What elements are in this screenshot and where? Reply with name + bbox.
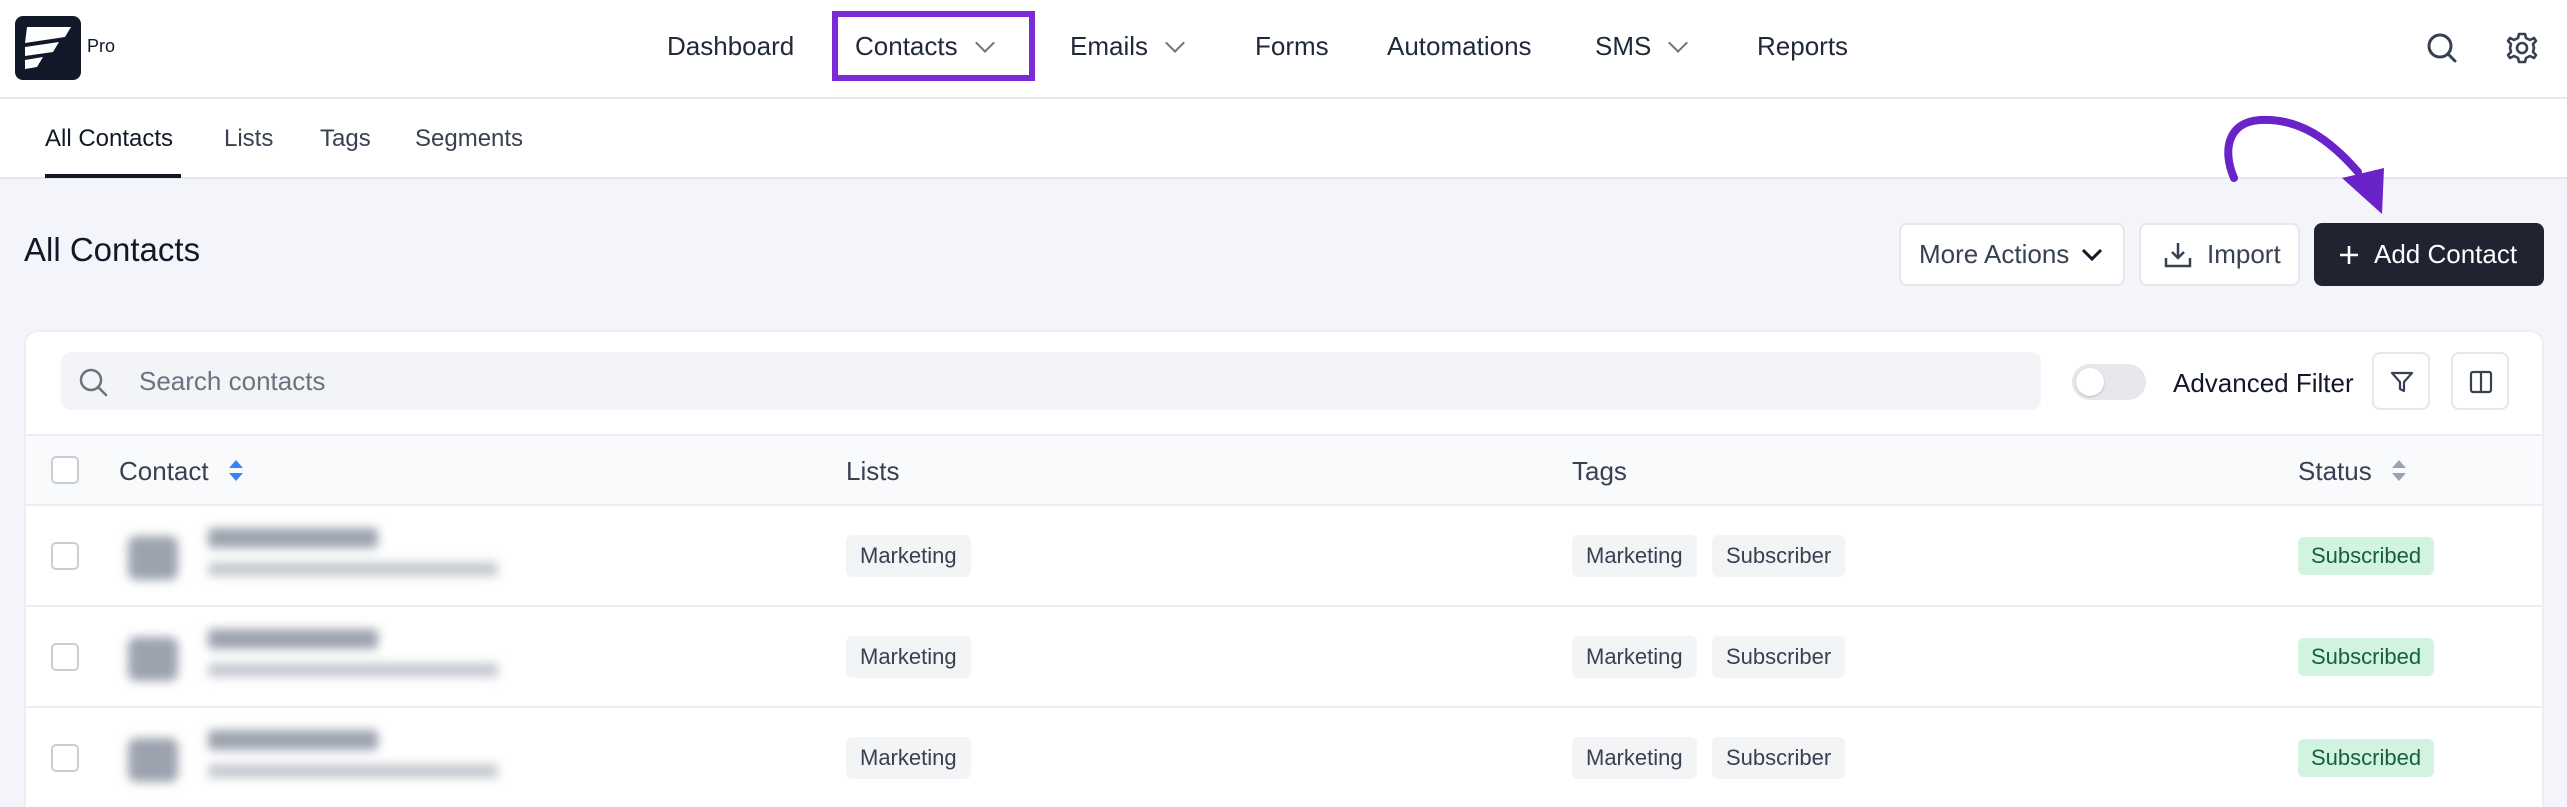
tag-badge: Marketing (1572, 636, 1697, 678)
list-badge: Marketing (846, 737, 971, 779)
contact-name-redacted (208, 629, 378, 649)
contact-info-blurred[interactable] (118, 617, 538, 697)
nav-sms[interactable]: SMS (1595, 31, 1689, 62)
nav-automations[interactable]: Automations (1387, 31, 1532, 62)
pro-badge: Pro (87, 36, 116, 56)
contact-info-blurred[interactable] (118, 718, 538, 798)
contact-name-redacted (208, 528, 378, 548)
table-row[interactable]: Marketing Marketing Subscriber Subscribe… (26, 506, 2542, 607)
nav-label: Dashboard (667, 31, 795, 61)
column-contact[interactable]: Contact (119, 456, 245, 487)
table-row[interactable]: Marketing Marketing Subscriber Subscribe… (26, 607, 2542, 708)
contact-email-redacted (208, 764, 498, 778)
column-label: Tags (1572, 456, 1627, 486)
advanced-filter-label: Advanced Filter (2173, 368, 2354, 398)
row-checkbox[interactable] (51, 643, 79, 671)
status-badge: Subscribed (2298, 638, 2435, 676)
tag-badge: Subscriber (1712, 737, 1846, 779)
download-icon (2164, 242, 2192, 267)
list-badge: Marketing (846, 535, 971, 577)
tag-badge: Marketing (1572, 535, 1697, 577)
search-input[interactable] (139, 362, 1989, 400)
plus-icon (2340, 245, 2358, 264)
app-logo[interactable] (15, 16, 81, 80)
contacts-highlight-box (832, 11, 1035, 81)
filter-button[interactable] (2372, 352, 2430, 410)
chevron-down-icon (1668, 32, 1689, 53)
more-actions-button[interactable]: More Actions (1899, 223, 2125, 286)
tag-badge: Subscriber (1712, 535, 1846, 577)
active-tab-indicator (45, 174, 181, 178)
list-badge: Marketing (846, 636, 971, 678)
column-label: Contact (119, 456, 209, 486)
nav-reports[interactable]: Reports (1757, 31, 1848, 62)
sort-icon (2390, 459, 2408, 484)
sub-navigation: All Contacts Lists Tags Segments (0, 99, 2567, 179)
annotation-arrow-icon (2224, 115, 2384, 214)
nav-dashboard[interactable]: Dashboard (667, 31, 794, 62)
avatar (128, 536, 178, 580)
import-label: Import (2207, 239, 2281, 269)
status-badge: Subscribed (2298, 537, 2435, 575)
tab-segments[interactable]: Segments (415, 125, 523, 153)
table-header: Contact Lists Tags Status (26, 434, 2542, 506)
nav-label: Forms (1255, 31, 1329, 61)
page-title: All Contacts (24, 231, 201, 268)
tab-lists[interactable]: Lists (224, 125, 273, 153)
search-icon[interactable] (2422, 28, 2462, 68)
nav-label: Reports (1757, 31, 1849, 61)
table-row[interactable]: Marketing Marketing Subscriber Subscribe… (26, 708, 2542, 807)
more-actions-label: More Actions (1919, 239, 2070, 269)
gear-icon[interactable] (2502, 28, 2542, 68)
contact-info-blurred[interactable] (118, 516, 538, 596)
import-button[interactable]: Import (2139, 223, 2300, 286)
nav-label: SMS (1595, 31, 1652, 61)
filter-icon (2390, 371, 2414, 393)
status-badge: Subscribed (2298, 739, 2435, 777)
nav-label: Automations (1387, 31, 1532, 61)
column-label: Lists (846, 456, 900, 486)
avatar (128, 637, 178, 681)
search-icon (79, 368, 108, 397)
nav-forms[interactable]: Forms (1255, 31, 1329, 62)
tag-badge: Marketing (1572, 737, 1697, 779)
select-all-checkbox[interactable] (51, 456, 79, 484)
contacts-table-card: Advanced Filter Contact Lists Tags Statu… (24, 330, 2544, 807)
nav-emails[interactable]: Emails (1070, 31, 1185, 62)
nav-label: Emails (1070, 31, 1149, 61)
toggle-knob (2076, 368, 2104, 396)
column-status[interactable]: Status (2298, 456, 2408, 487)
column-lists: Lists (846, 456, 899, 487)
chevron-down-icon (1165, 32, 1185, 53)
sort-icon (227, 459, 245, 484)
add-contact-button[interactable]: Add Contact (2314, 223, 2544, 286)
columns-button[interactable] (2451, 352, 2509, 410)
tab-all-contacts[interactable]: All Contacts (45, 125, 173, 153)
logo-mark-icon (25, 27, 71, 69)
row-checkbox[interactable] (51, 744, 79, 772)
column-label: Status (2298, 456, 2372, 486)
tab-tags[interactable]: Tags (320, 125, 371, 153)
contact-email-redacted (208, 562, 498, 576)
add-contact-label: Add Contact (2374, 239, 2518, 269)
columns-icon (2469, 370, 2493, 394)
row-checkbox[interactable] (51, 542, 79, 570)
advanced-filter-toggle[interactable] (2072, 364, 2146, 400)
contact-email-redacted (208, 663, 498, 677)
avatar (128, 738, 178, 782)
search-bar (61, 352, 2041, 410)
contact-name-redacted (208, 730, 378, 750)
tag-badge: Subscriber (1712, 636, 1846, 678)
column-tags: Tags (1572, 456, 1627, 487)
top-navigation-bar: Pro Dashboard Contacts Emails Forms Auto… (0, 0, 2567, 99)
chevron-down-icon (2082, 248, 2103, 261)
